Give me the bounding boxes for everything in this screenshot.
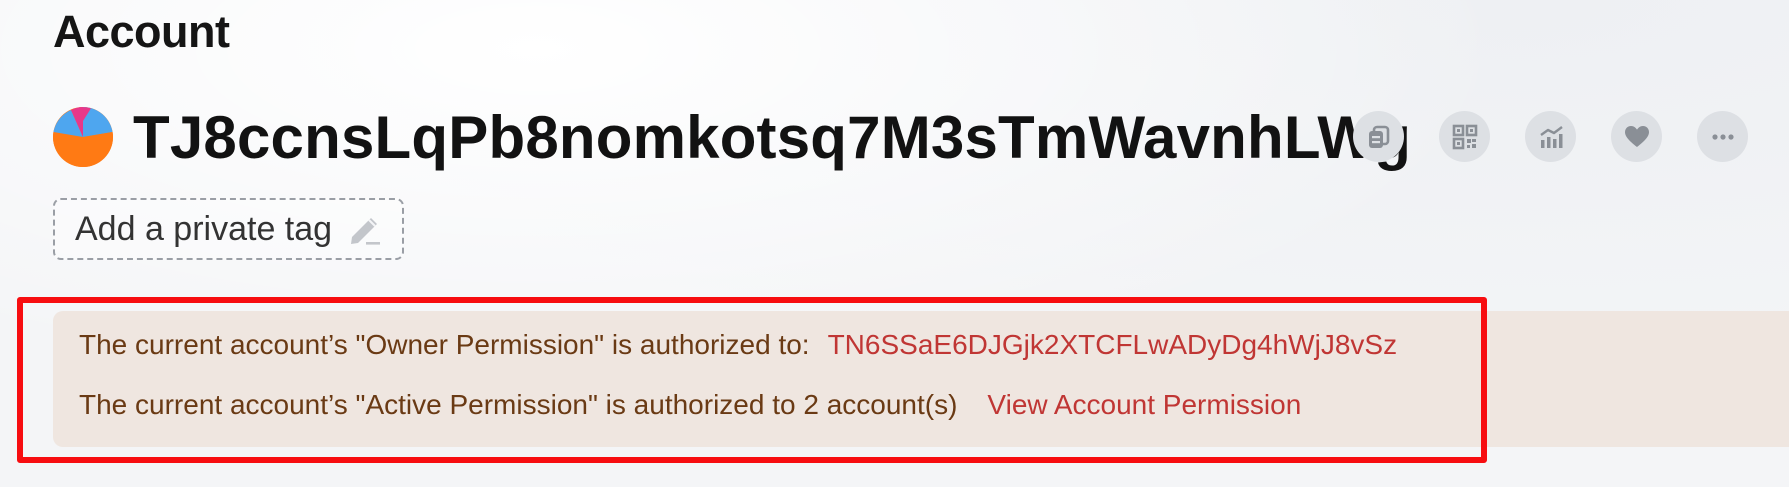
active-permission-line: The current account’s "Active Permission… (79, 389, 1301, 421)
view-account-permission-link[interactable]: View Account Permission (987, 389, 1301, 420)
permission-notice: The current account’s "Owner Permission"… (53, 311, 1789, 447)
qr-code-button[interactable] (1439, 111, 1490, 162)
favorite-button[interactable] (1611, 111, 1662, 162)
account-address[interactable]: TJ8ccnsLqPb8nomkotsq7M3sTmWavnhLWg (133, 103, 1411, 172)
pie-avatar-icon (53, 107, 113, 167)
heart-icon (1624, 124, 1650, 150)
page-title: Account (53, 6, 230, 57)
copy-icon (1366, 124, 1392, 150)
account-actions (1353, 111, 1748, 162)
analytics-button[interactable] (1525, 111, 1576, 162)
more-button[interactable] (1697, 111, 1748, 162)
add-private-tag-button[interactable]: Add a private tag (53, 198, 404, 260)
owner-address-link[interactable]: TN6SSaE6DJGjk2XTCFLwADyDg4hWjJ8vSz (828, 329, 1398, 360)
owner-permission-text: The current account’s "Owner Permission"… (79, 329, 810, 360)
add-private-tag-label: Add a private tag (75, 209, 333, 248)
owner-permission-line: The current account’s "Owner Permission"… (79, 329, 1397, 361)
qr-code-icon (1452, 124, 1478, 150)
copy-button[interactable] (1353, 111, 1404, 162)
more-icon (1710, 124, 1736, 150)
active-permission-text: The current account’s "Active Permission… (79, 389, 958, 420)
chart-icon (1538, 124, 1564, 150)
account-header: TJ8ccnsLqPb8nomkotsq7M3sTmWavnhLWg (53, 92, 1411, 182)
pencil-icon (346, 210, 384, 248)
